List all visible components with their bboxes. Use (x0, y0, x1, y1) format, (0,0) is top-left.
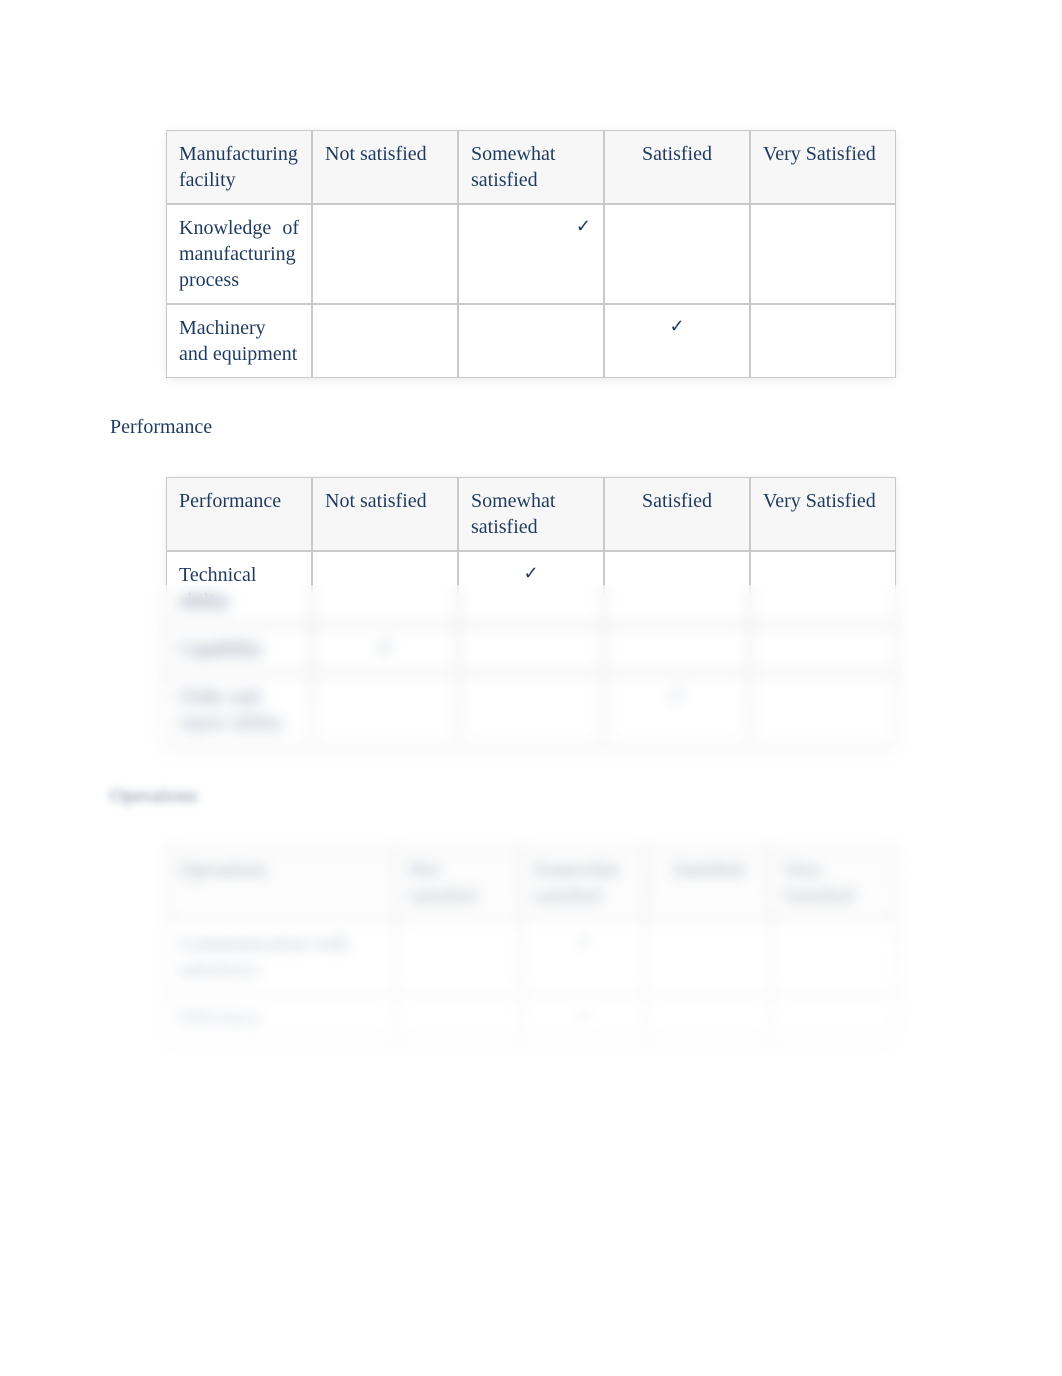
text: Somewhat satisfied (534, 859, 618, 907)
table-row: Machinery and equipment ✓ (166, 304, 896, 378)
header-performance: Performance (166, 477, 312, 551)
cell-check: ✓ (604, 673, 750, 747)
manufacturing-table: Manufacturing facility Not satisfied Som… (166, 130, 896, 378)
table-header-row: Operations Not satisfied Somewhat satisf… (166, 846, 896, 920)
performance-table: Performance Not satisfied Somewhat satis… (166, 477, 896, 747)
header-somewhat-satisfied: Somewhat satisfied (458, 130, 604, 204)
cell (312, 673, 458, 747)
checkmark-icon: ✓ (669, 685, 684, 705)
text: Satisfied (642, 490, 712, 512)
checkmark-icon: ✓ (576, 1006, 591, 1026)
row-label: Communication with salesforce (166, 920, 396, 994)
text: Not satisfied (325, 143, 427, 165)
cell (458, 304, 604, 378)
text: Somewhat satisfied (471, 143, 555, 191)
header-somewhat-satisfied: Somewhat satisfied (521, 846, 646, 920)
text: Operations (179, 859, 267, 881)
checkmark-icon: ✓ (377, 637, 392, 657)
cell-check: ✓ (458, 204, 604, 304)
header-not-satisfied: Not satisfied (312, 477, 458, 551)
text: Operations (110, 785, 198, 807)
text: Performance (110, 416, 212, 438)
checkmark-icon: ✓ (523, 563, 538, 583)
cell (750, 673, 896, 747)
row-label: Order and report ability (166, 673, 312, 747)
checkmark-icon: ✓ (669, 316, 684, 336)
header-manufacturing-facility: Manufacturing facility (166, 130, 312, 204)
text: Satisfied (674, 859, 744, 881)
row-label: Technical ability (166, 551, 312, 625)
checkmark-icon: ✓ (576, 932, 591, 952)
row-label: Efficiency (166, 994, 396, 1042)
table-row: Communication with salesforce ✓ (166, 920, 896, 994)
cell (771, 994, 896, 1042)
checkmark-icon: ✓ (576, 216, 591, 236)
row-label-knowledge: Knowledge of manufacturing process (166, 204, 312, 304)
cell (646, 920, 771, 994)
text: Efficiency (179, 1007, 262, 1029)
header-very-satisfied: Very Satisfied (750, 130, 896, 204)
table-row: Technical ability ✓ (166, 551, 896, 625)
cell (312, 551, 458, 625)
text: Satisfied (642, 143, 712, 165)
header-very-satisfied: Very Satisfied (771, 846, 896, 920)
cell (396, 920, 521, 994)
table-row: Order and report ability ✓ (166, 673, 896, 747)
text: Order and report ability (179, 686, 283, 734)
text: Technical ability (179, 564, 256, 612)
table-row: Capability ✓ (166, 625, 896, 673)
text: Not satisfied (409, 859, 476, 907)
text: Performance (179, 490, 281, 512)
header-very-satisfied: Very Satisfied (750, 477, 896, 551)
cell-check: ✓ (521, 994, 646, 1042)
text: Very Satisfied (784, 859, 854, 907)
text: Very Satisfied (763, 143, 876, 165)
text: Not satisfied (325, 490, 427, 512)
cell (604, 551, 750, 625)
header-not-satisfied: Not satisfied (312, 130, 458, 204)
row-label: Capability (166, 625, 312, 673)
text: Very Satisfied (763, 490, 876, 512)
text: Machinery and equipment (179, 317, 297, 365)
header-not-satisfied: Not satisfied (396, 846, 521, 920)
heading-operations: Operations (110, 785, 962, 808)
cell-check: ✓ (604, 304, 750, 378)
text: Somewhat satisfied (471, 490, 555, 538)
header-satisfied: Satisfied (604, 477, 750, 551)
cell (312, 304, 458, 378)
cell (771, 920, 896, 994)
cell-check: ✓ (458, 551, 604, 625)
operations-table: Operations Not satisfied Somewhat satisf… (166, 846, 896, 1042)
header-operations: Operations (166, 846, 396, 920)
text: manufacturing process (179, 241, 299, 293)
cell (750, 625, 896, 673)
cell (458, 625, 604, 673)
table-row: Knowledge of manufacturing process ✓ (166, 204, 896, 304)
cell (312, 204, 458, 304)
cell (646, 994, 771, 1042)
cell (604, 625, 750, 673)
table-row: Efficiency ✓ (166, 994, 896, 1042)
row-label-machinery: Machinery and equipment (166, 304, 312, 378)
cell (604, 204, 750, 304)
header-somewhat-satisfied: Somewhat satisfied (458, 477, 604, 551)
cell-check: ✓ (312, 625, 458, 673)
table-header-row: Performance Not satisfied Somewhat satis… (166, 477, 896, 551)
header-satisfied: Satisfied (646, 846, 771, 920)
cell (750, 551, 896, 625)
header-satisfied: Satisfied (604, 130, 750, 204)
cell (750, 204, 896, 304)
cell-check: ✓ (521, 920, 646, 994)
cell (750, 304, 896, 378)
text: Knowledge of (179, 215, 299, 241)
heading-performance: Performance (110, 416, 962, 439)
text: Manufacturing facility (179, 143, 298, 191)
text: Communication with salesforce (179, 933, 348, 981)
cell (396, 994, 521, 1042)
cell (458, 673, 604, 747)
table-header-row: Manufacturing facility Not satisfied Som… (166, 130, 896, 204)
text: Capability (179, 638, 262, 660)
